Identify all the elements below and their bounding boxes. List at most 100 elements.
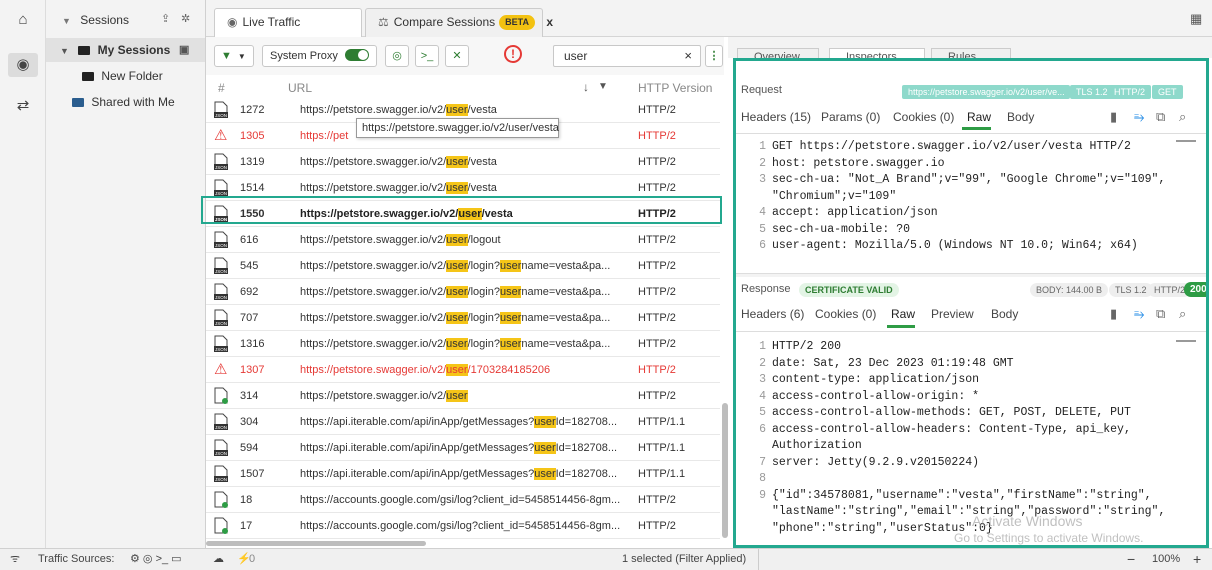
url-text: Id=182708... <box>555 468 618 480</box>
sidebar-item-new-folder[interactable]: New Folder <box>46 64 205 88</box>
table-row[interactable]: 314 https://petstore.swagger.io/v2/user HT… <box>206 383 720 409</box>
line-number: 2 <box>759 356 766 370</box>
table-row[interactable]: JSON 594 https://api.iterable.com/api/inAp… <box>206 435 720 461</box>
source-icons[interactable]: ⚙ ◎ >_ ▭ <box>130 549 182 570</box>
clear-search-button[interactable]: × <box>684 48 692 63</box>
column-header-num[interactable]: # <box>218 81 225 95</box>
chevron-down-icon[interactable]: ▼ <box>62 16 71 26</box>
table-row[interactable]: JSON 692 https://petstore.swagger.io/v2/us… <box>206 279 720 305</box>
res-tab-body[interactable]: Body <box>991 307 1018 321</box>
delete-icon[interactable]: ▮ <box>1110 306 1117 322</box>
search-input[interactable] <box>554 46 674 66</box>
res-tab-raw[interactable]: Raw <box>891 307 915 321</box>
req-tab-cookies[interactable]: Cookies (0) <box>893 110 954 124</box>
system-proxy-toggle[interactable]: System Proxy <box>262 45 377 67</box>
tab-compare-sessions[interactable]: ⚖ Compare Sessions BETA x <box>365 8 553 37</box>
line-text: access-control-allow-headers: Content-Ty… <box>772 422 1131 436</box>
code-line: 9 {"id":34578081,"username":"vesta","firs… <box>742 489 1151 502</box>
row-version: HTTP/1.1 <box>638 468 686 480</box>
row-id: 616 <box>240 234 259 246</box>
row-url: https://petstore.swagger.io/v2/user/logi… <box>300 305 630 331</box>
response-tls-badge: TLS 1.2 <box>1109 283 1153 297</box>
layout-icon[interactable]: ▦ <box>1190 11 1202 27</box>
search-icon[interactable]: ⌕ <box>1179 109 1186 125</box>
copy-icon[interactable]: ⧉ <box>1156 306 1165 322</box>
url-text: https://api.iterable.com/api/inApp/getMe… <box>300 468 535 480</box>
row-url: https://petstore.swagger.io/v2/user/logo… <box>300 227 630 253</box>
copy-icon[interactable]: ⧉ <box>1156 109 1165 125</box>
res-tab-cookies[interactable]: Cookies (0) <box>815 307 876 321</box>
req-tab-body[interactable]: Body <box>1007 110 1034 124</box>
wrap-icon[interactable]: ⥱ <box>1134 109 1144 125</box>
json-file-icon: JSON <box>214 283 228 300</box>
req-tab-raw[interactable]: Raw <box>967 110 991 124</box>
row-version: HTTP/2 <box>638 338 676 350</box>
sort-arrow-icon[interactable]: ↓ <box>583 80 589 94</box>
svg-text:JSON: JSON <box>215 113 227 118</box>
code-line: 1 HTTP/2 200 <box>742 340 841 353</box>
search-highlight: user <box>446 286 468 298</box>
wifi-icon[interactable]: ᯤ <box>10 549 20 570</box>
table-row[interactable]: JSON 545 https://petstore.swagger.io/v2/us… <box>206 253 720 279</box>
zoom-out-button[interactable]: − <box>1127 549 1135 570</box>
tab-live-traffic[interactable]: ◉ Live Traffic <box>214 8 362 37</box>
my-sessions-label: My Sessions <box>97 43 171 57</box>
url-text: https://petstore.swagger.io/v2/ <box>300 234 447 246</box>
zoom-in-button[interactable]: + <box>1193 549 1201 570</box>
code-line: Authorization <box>742 439 862 452</box>
column-header-url[interactable]: URL <box>288 81 312 95</box>
response-label: Response <box>741 283 791 295</box>
tab-compare-label: Compare Sessions <box>393 15 496 29</box>
horizontal-scrollbar[interactable] <box>206 541 426 546</box>
more-options-button[interactable]: ⋮ <box>705 45 723 67</box>
table-row[interactable]: ⚠ 1307 https://petstore.swagger.io/v2/user… <box>206 357 720 383</box>
splitter[interactable] <box>736 273 1206 277</box>
table-row[interactable]: JSON 1316 https://petstore.swagger.io/v2/u… <box>206 331 720 357</box>
wrap-icon[interactable]: ⥱ <box>1134 306 1144 322</box>
filter-icon: ▼ <box>221 50 232 62</box>
eye-icon[interactable]: ◉ <box>8 53 38 77</box>
proxy-switch[interactable] <box>344 49 369 61</box>
table-row[interactable]: 18 https://accounts.google.com/gsi/log?cl… <box>206 487 720 513</box>
cloud-icon[interactable]: ☁ <box>213 549 224 570</box>
search-highlight: user <box>534 416 556 428</box>
res-tab-preview[interactable]: Preview <box>931 307 974 321</box>
table-row[interactable]: JSON 1507 https://api.iterable.com/api/inA… <box>206 461 720 487</box>
line-number: 6 <box>759 422 766 436</box>
search-icon[interactable]: ⌕ <box>1179 306 1186 322</box>
row-id: 545 <box>240 260 259 272</box>
req-tab-headers[interactable]: Headers (15) <box>741 110 811 124</box>
table-row[interactable]: JSON 616 https://petstore.swagger.io/v2/us… <box>206 227 720 253</box>
filter-button[interactable]: ▼ ▼ <box>214 45 254 67</box>
table-row[interactable]: JSON 304 https://api.iterable.com/api/inAp… <box>206 409 720 435</box>
table-row[interactable]: JSON 1319 https://petstore.swagger.io/v2/u… <box>206 149 720 175</box>
search-highlight: user <box>499 260 522 272</box>
search-field[interactable]: × <box>553 45 701 67</box>
terminal-button[interactable]: >_ <box>415 45 439 67</box>
error-filter-icon[interactable]: ! <box>504 45 522 63</box>
filter-icon[interactable]: ▼ <box>598 81 608 92</box>
url-text: /vesta <box>467 182 497 194</box>
table-row[interactable]: JSON 707 https://petstore.swagger.io/v2/us… <box>206 305 720 331</box>
sidebar-item-shared[interactable]: Shared with Me <box>46 90 205 114</box>
upload-icon[interactable]: ⇪ <box>161 12 170 25</box>
res-tab-headers[interactable]: Headers (6) <box>741 307 804 321</box>
link-icon[interactable]: ⇄ <box>8 94 38 118</box>
add-folder-icon[interactable]: ▣ <box>179 38 189 62</box>
json-file-icon: JSON <box>214 465 228 482</box>
delete-icon[interactable]: ▮ <box>1110 109 1117 125</box>
table-row[interactable]: 17 https://accounts.google.com/gsi/log?cl… <box>206 513 720 539</box>
inspector-panel: Request https://petstore.swagger.io/v2/u… <box>733 58 1209 548</box>
sidebar-item-my-sessions[interactable]: ▼ My Sessions ▣ <box>46 38 205 62</box>
vertical-scrollbar[interactable] <box>722 403 728 538</box>
row-url: https://petstore.swagger.io/v2/user <box>300 383 630 409</box>
req-tab-params[interactable]: Params (0) <box>821 110 880 124</box>
body-size-badge: BODY: 144.00 B <box>1030 283 1109 297</box>
column-header-version[interactable]: HTTP Version <box>638 81 712 95</box>
row-version: HTTP/2 <box>638 234 676 246</box>
home-icon[interactable]: ⌂ <box>8 8 38 32</box>
chrome-button[interactable]: ◎ <box>385 45 409 67</box>
close-tab-button[interactable]: x <box>546 15 553 29</box>
users-icon[interactable]: ✲ <box>181 12 190 25</box>
clear-traffic-button[interactable]: ✕ <box>445 45 469 67</box>
